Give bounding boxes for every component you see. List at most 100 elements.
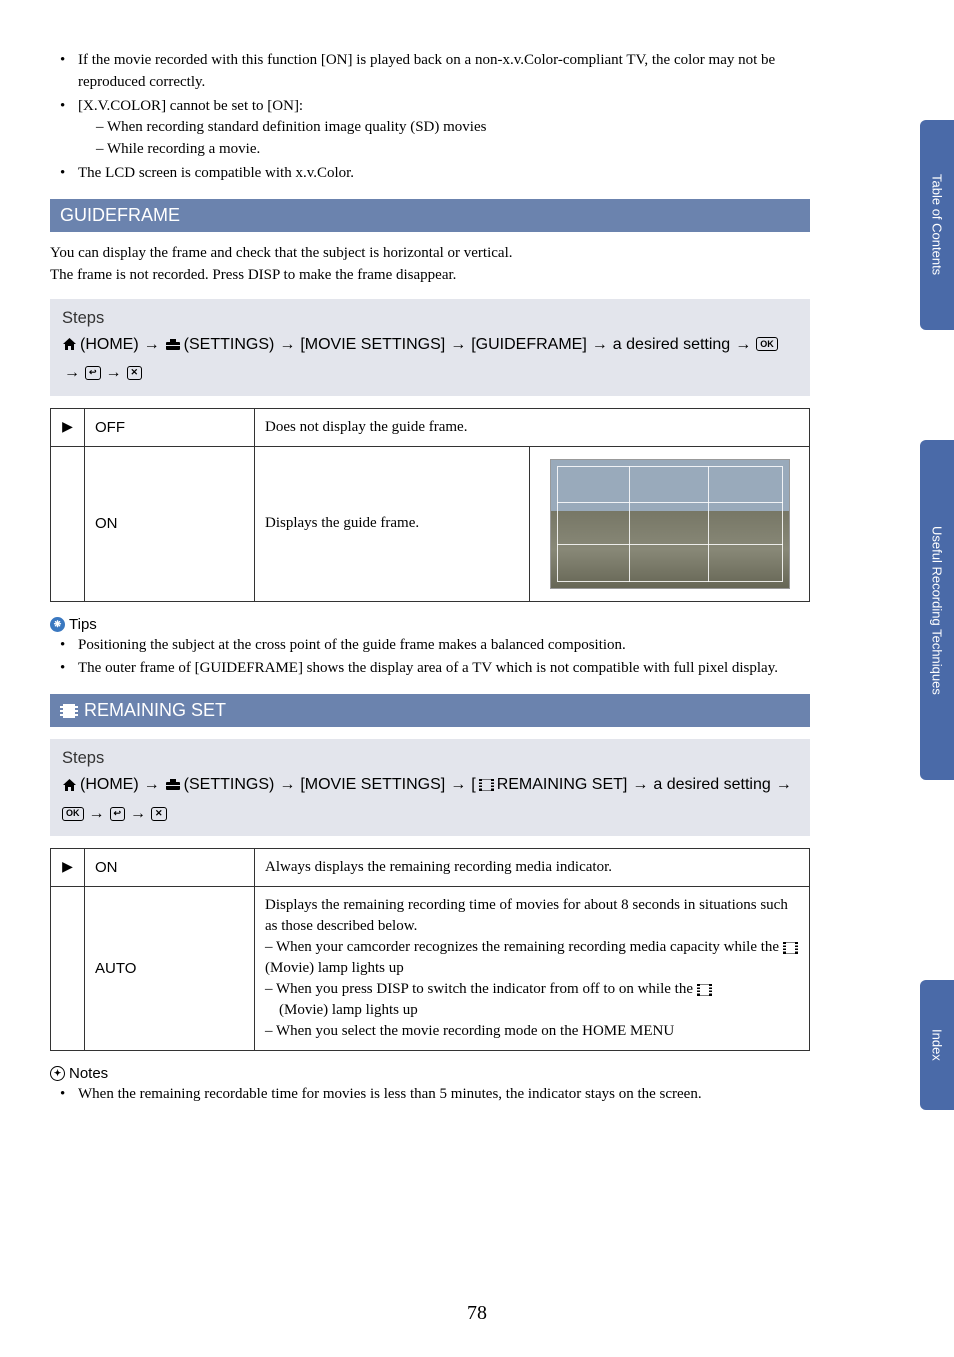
tips-icon: ❋ bbox=[50, 617, 65, 632]
note-item: When the remaining recordable time for m… bbox=[60, 1084, 810, 1106]
tab-toc[interactable]: Table of Contents bbox=[920, 120, 954, 330]
arrow-icon: → bbox=[279, 332, 295, 358]
option-desc: Does not display the guide frame. bbox=[255, 408, 810, 446]
toolbox-icon bbox=[165, 778, 181, 791]
note-subitem: – While recording a movie. bbox=[96, 139, 810, 161]
desc-line: – When you press DISP to switch the indi… bbox=[265, 979, 799, 1021]
ok-button-icon: OK bbox=[62, 807, 84, 821]
back-button-icon: ↩ bbox=[110, 807, 126, 821]
path-text: a desired setting bbox=[653, 772, 770, 798]
desc-text: – When your camcorder recognizes the rem… bbox=[265, 939, 783, 955]
path-text: [MOVIE SETTINGS] bbox=[300, 772, 445, 798]
notes-label: Notes bbox=[69, 1065, 108, 1082]
path-text: (HOME) bbox=[80, 332, 139, 358]
desc-line: – When your camcorder recognizes the rem… bbox=[265, 937, 799, 979]
section-title-text: REMAINING SET bbox=[84, 700, 226, 721]
arrow-icon: → bbox=[144, 772, 160, 798]
note-subitem: – When recording standard definition ima… bbox=[96, 117, 810, 139]
note-item: [X.V.COLOR] cannot be set to [ON]: – Whe… bbox=[60, 96, 810, 161]
note-text: [X.V.COLOR] cannot be set to [ON]: bbox=[78, 98, 303, 114]
default-marker: ▶ bbox=[51, 849, 85, 887]
movie-icon bbox=[783, 942, 798, 954]
desc-text: (Movie) lamp lights up bbox=[265, 1002, 418, 1018]
steps-title: Steps bbox=[62, 749, 798, 768]
arrow-icon: → bbox=[89, 801, 105, 827]
guideframe-options-table: ▶ OFF Does not display the guide frame. … bbox=[50, 408, 810, 602]
back-button-icon: ↩ bbox=[85, 366, 101, 380]
default-marker bbox=[51, 887, 85, 1051]
arrow-icon: → bbox=[592, 332, 608, 358]
note-item: The LCD screen is compatible with x.v.Co… bbox=[60, 163, 810, 185]
movie-icon bbox=[60, 704, 78, 718]
home-icon bbox=[62, 778, 77, 792]
arrow-icon: → bbox=[632, 772, 648, 798]
tip-item: The outer frame of [GUIDEFRAME] shows th… bbox=[60, 658, 810, 680]
note-item: If the movie recorded with this function… bbox=[60, 50, 810, 94]
path-text: a desired setting bbox=[613, 332, 730, 358]
option-desc: Displays the guide frame. bbox=[255, 446, 530, 601]
arrow-icon: → bbox=[64, 360, 80, 386]
table-row: AUTO Displays the remaining recording ti… bbox=[51, 887, 810, 1051]
arrow-icon: → bbox=[776, 772, 792, 798]
intro-line: You can display the frame and check that… bbox=[50, 245, 513, 261]
steps-box-remaining: Steps (HOME) → (SETTINGS) → [MOVIE SETTI… bbox=[50, 739, 810, 836]
steps-path: (HOME) → (SETTINGS) → [MOVIE SETTINGS] →… bbox=[62, 332, 798, 386]
path-text: (SETTINGS) bbox=[184, 332, 275, 358]
arrow-icon: → bbox=[450, 332, 466, 358]
side-nav-tabs: Table of Contents Useful Recording Techn… bbox=[914, 0, 954, 1357]
tips-list: Positioning the subject at the cross poi… bbox=[60, 635, 810, 681]
steps-box-guideframe: Steps (HOME) → (SETTINGS) → [MOVIE SETTI… bbox=[50, 299, 810, 396]
option-desc: Displays the remaining recording time of… bbox=[255, 887, 810, 1051]
path-text: REMAINING SET] bbox=[497, 772, 628, 798]
toolbox-icon bbox=[165, 338, 181, 351]
table-row: ▶ OFF Does not display the guide frame. bbox=[51, 408, 810, 446]
top-notes-list: If the movie recorded with this function… bbox=[60, 50, 810, 185]
default-marker: ▶ bbox=[51, 408, 85, 446]
path-text: (HOME) bbox=[80, 772, 139, 798]
path-text: [MOVIE SETTINGS] bbox=[300, 332, 445, 358]
desc-text: – When you press DISP to switch the indi… bbox=[265, 981, 697, 997]
steps-path: (HOME) → (SETTINGS) → [MOVIE SETTINGS] →… bbox=[62, 772, 798, 826]
arrow-icon: → bbox=[279, 772, 295, 798]
desc-line: Displays the remaining recording time of… bbox=[265, 895, 799, 937]
page-number: 78 bbox=[0, 1302, 954, 1325]
path-text: [ bbox=[471, 772, 475, 798]
default-marker bbox=[51, 446, 85, 601]
tips-header: ❋ Tips bbox=[50, 616, 810, 633]
option-image-cell bbox=[530, 446, 810, 601]
guideframe-example-image bbox=[550, 459, 790, 589]
movie-icon bbox=[479, 779, 494, 791]
option-name: ON bbox=[85, 849, 255, 887]
notes-header: ✦ Notes bbox=[50, 1065, 810, 1082]
notes-icon: ✦ bbox=[50, 1066, 65, 1081]
option-name: AUTO bbox=[85, 887, 255, 1051]
tip-item: Positioning the subject at the cross poi… bbox=[60, 635, 810, 657]
section-heading-guideframe: GUIDEFRAME bbox=[50, 199, 810, 232]
home-icon bbox=[62, 337, 77, 351]
movie-icon bbox=[697, 984, 712, 996]
intro-line: The frame is not recorded. Press DISP to… bbox=[50, 267, 456, 283]
section-heading-remainingset: REMAINING SET bbox=[50, 694, 810, 727]
path-text: (SETTINGS) bbox=[184, 772, 275, 798]
option-desc: Always displays the remaining recording … bbox=[255, 849, 810, 887]
arrow-icon: → bbox=[450, 772, 466, 798]
tab-index[interactable]: Index bbox=[920, 980, 954, 1110]
desc-line: – When you select the movie recording mo… bbox=[265, 1021, 799, 1042]
remaining-options-table: ▶ ON Always displays the remaining recor… bbox=[50, 848, 810, 1051]
arrow-icon: → bbox=[144, 332, 160, 358]
steps-title: Steps bbox=[62, 309, 798, 328]
table-row: ON Displays the guide frame. bbox=[51, 446, 810, 601]
close-button-icon: ✕ bbox=[151, 807, 167, 821]
tab-techniques[interactable]: Useful Recording Techniques bbox=[920, 440, 954, 780]
arrow-icon: → bbox=[130, 801, 146, 827]
desc-text: (Movie) lamp lights up bbox=[265, 960, 404, 976]
ok-button-icon: OK bbox=[756, 337, 778, 351]
option-name: OFF bbox=[85, 408, 255, 446]
path-text: [GUIDEFRAME] bbox=[471, 332, 587, 358]
section-intro: You can display the frame and check that… bbox=[50, 242, 810, 287]
close-button-icon: ✕ bbox=[127, 366, 143, 380]
tips-label: Tips bbox=[69, 616, 97, 633]
arrow-icon: → bbox=[106, 360, 122, 386]
notes-list: When the remaining recordable time for m… bbox=[60, 1084, 810, 1106]
table-row: ▶ ON Always displays the remaining recor… bbox=[51, 849, 810, 887]
